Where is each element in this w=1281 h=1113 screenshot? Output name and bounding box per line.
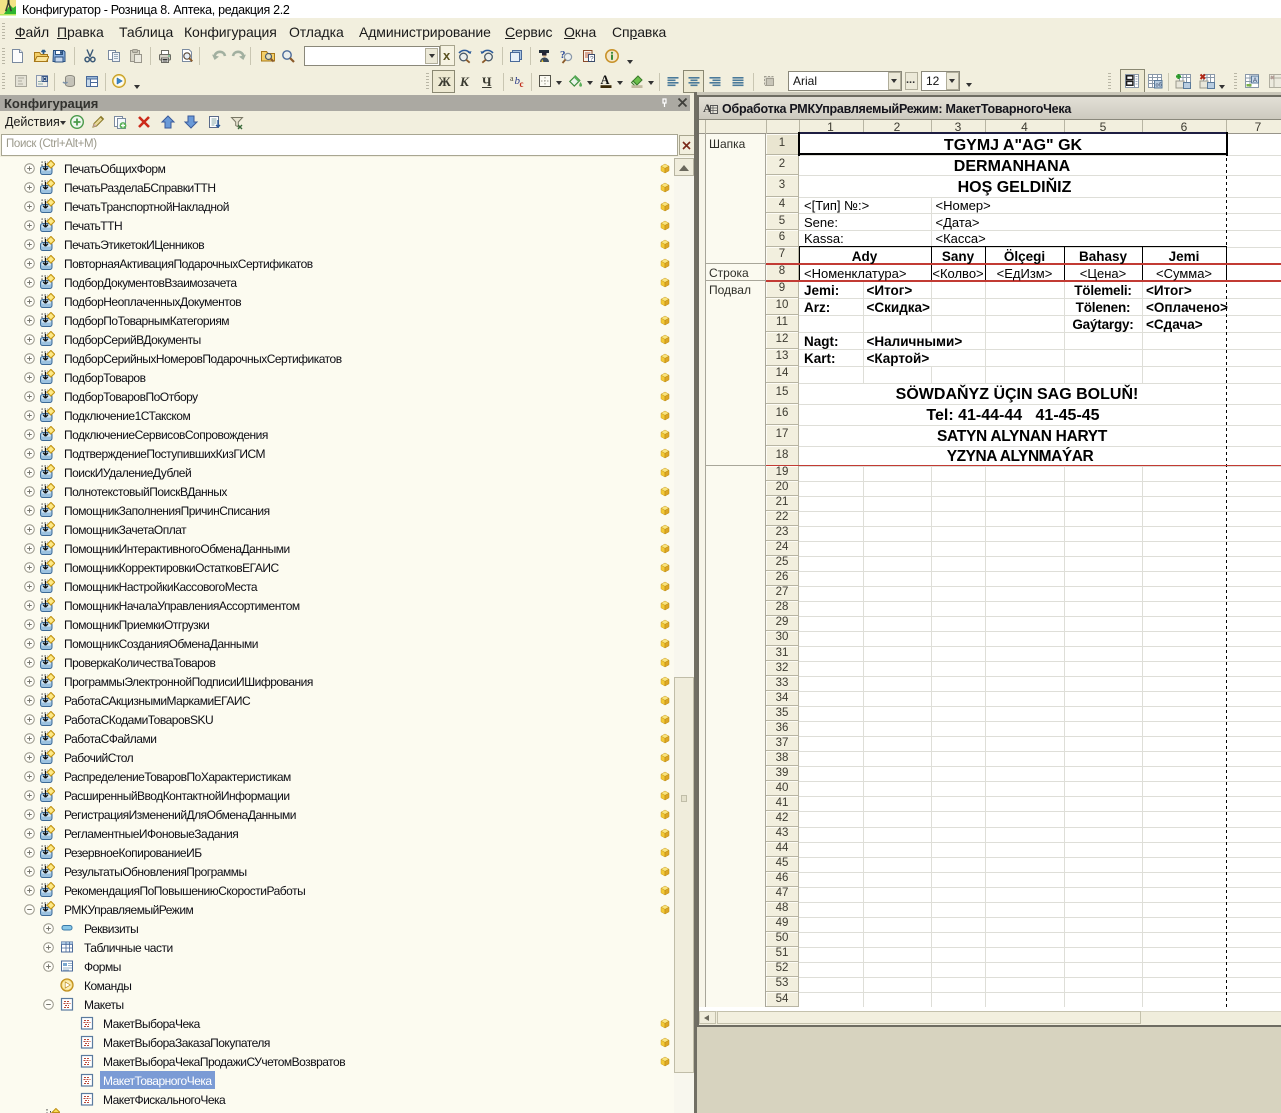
- svg-text:c: c: [520, 79, 524, 89]
- svg-text:об: об: [1156, 83, 1162, 89]
- svg-text:A: A: [1253, 78, 1257, 84]
- svg-text:A: A: [601, 73, 610, 87]
- svg-text:?: ?: [590, 56, 594, 63]
- svg-text:a: a: [510, 74, 514, 83]
